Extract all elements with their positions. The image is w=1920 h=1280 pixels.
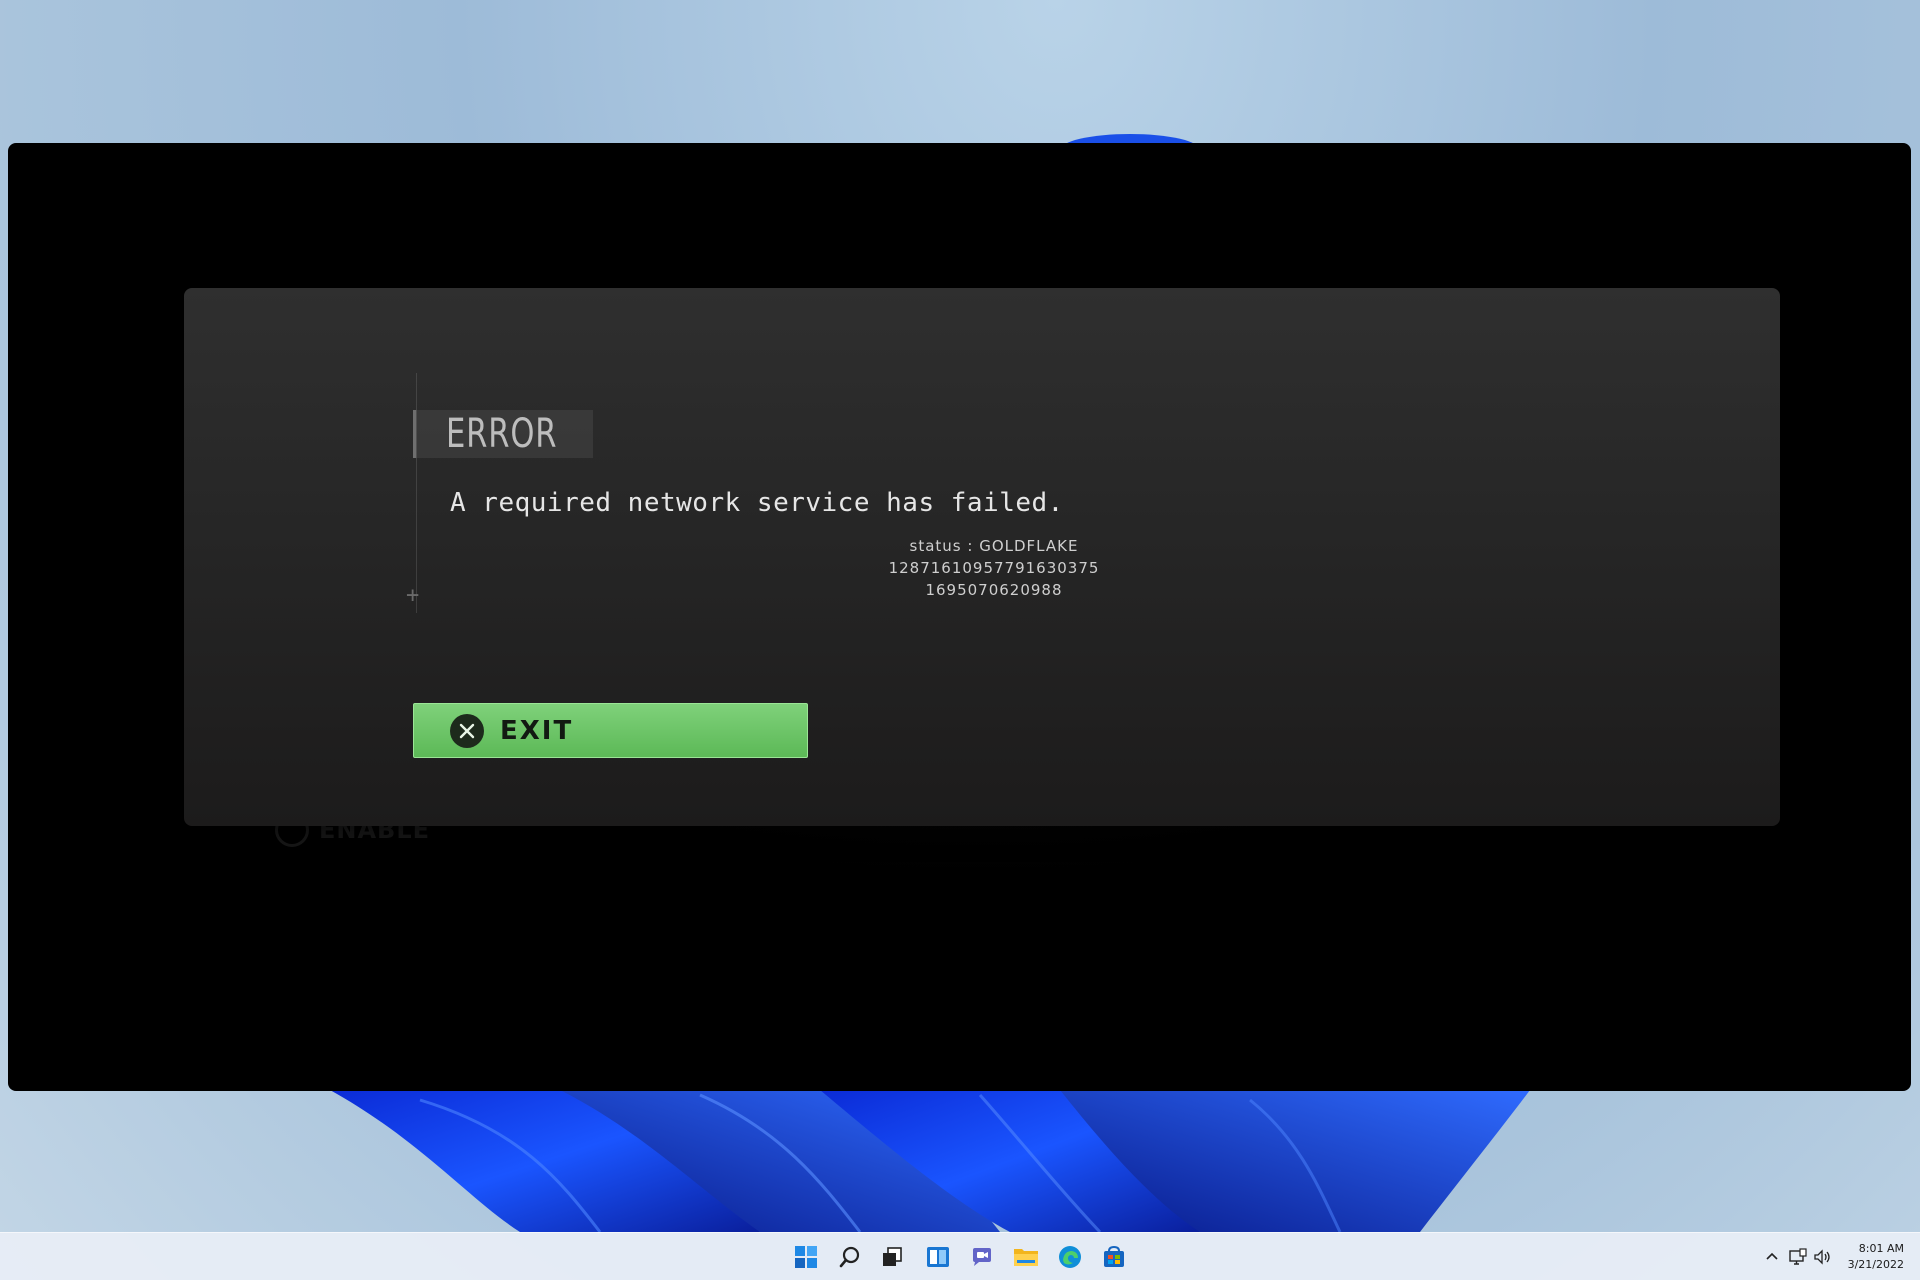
status-block: status : GOLDFLAKE 12871610957791630375 … [824,535,1164,601]
clock[interactable]: 8:01 AM 3/21/2022 [1840,1241,1904,1273]
network-icon[interactable] [1788,1247,1808,1267]
chat-icon[interactable] [966,1241,998,1273]
error-message: A required network service has failed. [450,488,1064,518]
edge-icon[interactable] [1054,1241,1086,1273]
widgets-icon[interactable] [922,1241,954,1273]
clock-date: 3/21/2022 [1847,1258,1904,1271]
taskbar: 8:01 AM 3/21/2022 [0,1232,1920,1280]
x-button-icon [450,713,484,748]
error-title: ERROR [446,411,558,457]
guide-line [416,373,417,613]
error-code-2: 1695070620988 [925,581,1063,599]
start-icon[interactable] [790,1241,822,1273]
search-icon[interactable] [834,1241,866,1273]
exit-button[interactable]: EXIT [413,703,808,758]
volume-icon[interactable] [1812,1247,1832,1267]
error-title-badge: ERROR [413,410,594,458]
task-view-icon[interactable] [876,1241,908,1273]
error-dialog: + ERROR A required network service has f… [184,288,1780,826]
error-code-1: 12871610957791630375 [888,559,1100,577]
file-explorer-icon[interactable] [1010,1241,1042,1273]
guide-plus-marker: + [406,583,420,608]
desktop: ENABLE + ERROR A required network servic… [0,0,1920,1280]
game-window: ENABLE + ERROR A required network servic… [8,143,1911,1091]
status-line: status : GOLDFLAKE [909,537,1079,555]
store-icon[interactable] [1098,1241,1130,1273]
clock-time: 8:01 AM [1858,1242,1904,1255]
exit-label: EXIT [500,715,574,746]
chevron-up-icon[interactable] [1762,1247,1782,1267]
